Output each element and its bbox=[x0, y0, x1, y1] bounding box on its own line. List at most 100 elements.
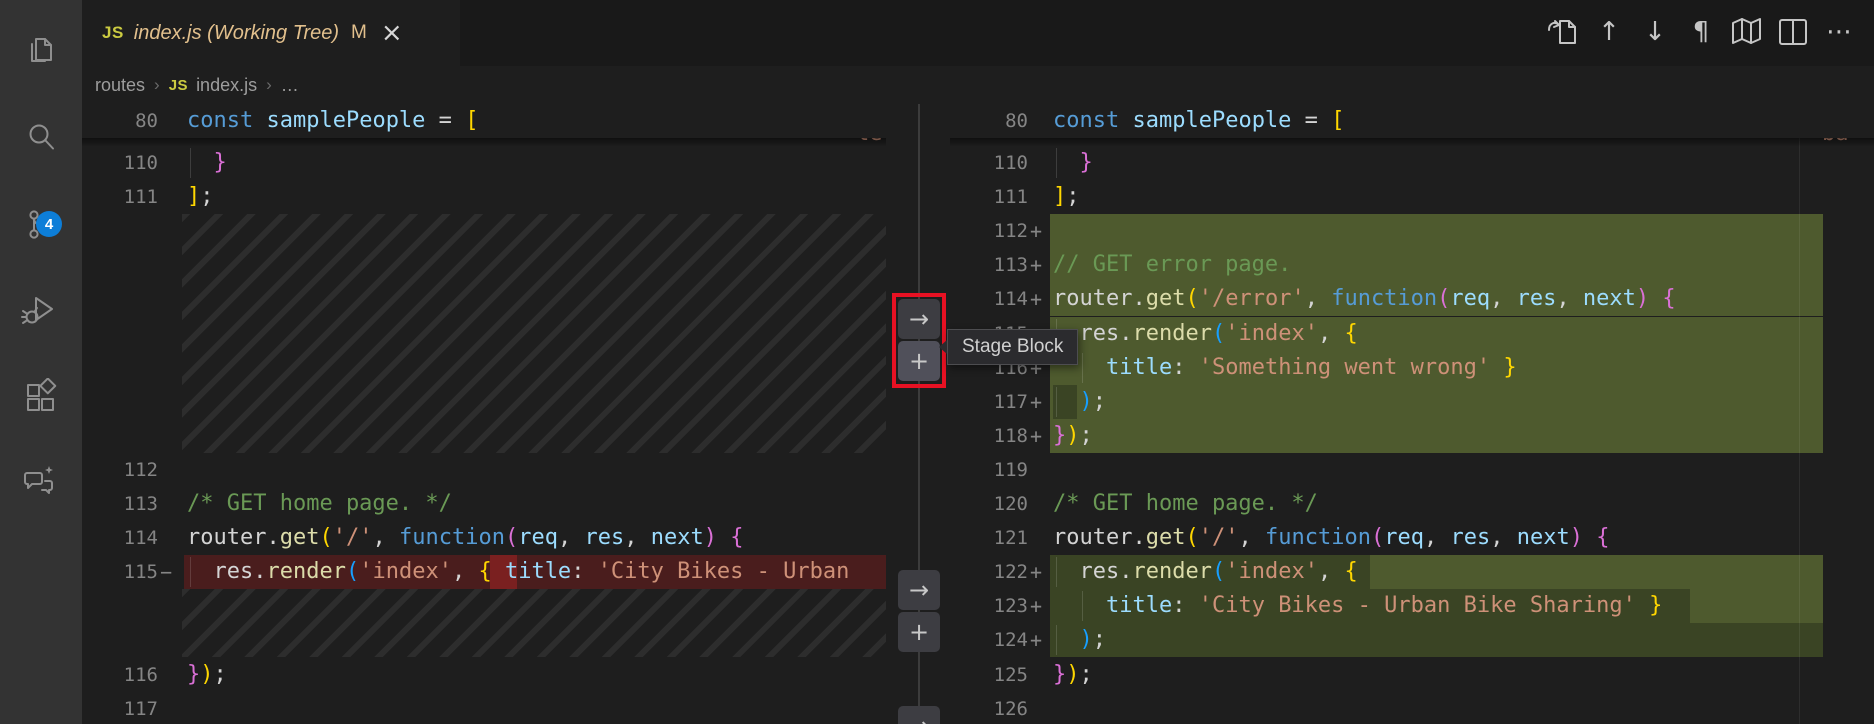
stage-block-button[interactable]: + bbox=[898, 341, 940, 381]
line-number: 110 bbox=[962, 146, 1028, 180]
line-number: 125 bbox=[962, 658, 1028, 692]
code-row-122: 122+ res.render('index', { bbox=[950, 555, 1874, 589]
line-number: 115 bbox=[92, 555, 158, 589]
activity-item-extensions[interactable] bbox=[0, 368, 82, 432]
added-line-sign: + bbox=[1030, 214, 1042, 248]
code-row-115: 115− res.render('index', { title: 'City … bbox=[82, 555, 886, 589]
run-debug-icon bbox=[21, 291, 61, 336]
chevron-right-icon: › bbox=[266, 75, 272, 95]
open-file-icon[interactable] bbox=[1544, 12, 1582, 52]
sticky-shadow bbox=[82, 138, 886, 147]
code-row-111: 111]; bbox=[950, 180, 1874, 214]
code-text[interactable]: } bbox=[1053, 146, 1093, 180]
code-text[interactable]: title: 'City Bikes - Urban Bike Sharing'… bbox=[1053, 589, 1662, 623]
line-number: 123 bbox=[962, 589, 1028, 623]
code-row-115: 115+ res.render('index', { bbox=[950, 317, 1874, 351]
accessible-diff-icon[interactable] bbox=[1728, 12, 1766, 52]
sticky-scroll-line[interactable]: 80 const samplePeople = [ bbox=[950, 104, 1874, 138]
code-row-113: 113/* GET home page. */ bbox=[82, 487, 886, 521]
added-line-sign: + bbox=[1030, 623, 1042, 657]
code-row-112: 112 bbox=[82, 453, 886, 487]
code-text[interactable]: router.get('/', function(req, res, next)… bbox=[1053, 521, 1609, 555]
extensions-icon bbox=[21, 378, 61, 423]
tab-index-js-working-tree[interactable]: JS index.js (Working Tree) M × bbox=[82, 0, 460, 66]
code-row-123: 123+ title: 'City Bikes - Urban Bike Sha… bbox=[950, 589, 1874, 623]
code-text[interactable]: res.render('index', { bbox=[1053, 317, 1358, 351]
split-editor-icon[interactable] bbox=[1774, 12, 1812, 52]
code-text[interactable]: }); bbox=[1053, 419, 1093, 453]
code-row-110: 110 } bbox=[950, 146, 1874, 180]
code-text[interactable]: router.get('/', function(req, res, next)… bbox=[187, 521, 743, 555]
code-text[interactable]: ); bbox=[1053, 385, 1106, 419]
more-actions-icon[interactable]: ⋯ bbox=[1820, 12, 1858, 52]
code-text[interactable]: ); bbox=[1053, 623, 1106, 657]
chevron-right-icon: › bbox=[154, 75, 160, 95]
code-row-126: 126 bbox=[950, 692, 1874, 724]
search-icon bbox=[21, 118, 61, 163]
revert-block-arrow-button[interactable]: → bbox=[898, 570, 940, 610]
line-number: 124 bbox=[962, 623, 1028, 657]
code-text[interactable]: res.render('index', { bbox=[1053, 555, 1358, 589]
sticky-shadow bbox=[950, 138, 1874, 147]
code-row-117: 117 bbox=[82, 692, 886, 724]
line-number: 80 bbox=[962, 104, 1028, 138]
code-text[interactable]: router.get('/error', function(req, res, … bbox=[1053, 282, 1676, 316]
sticky-scroll-line[interactable]: 80const samplePeople = [ bbox=[82, 104, 886, 138]
tooltip-arrow bbox=[939, 340, 947, 354]
diff-filler-hatch bbox=[182, 589, 886, 657]
line-number: 110 bbox=[92, 146, 158, 180]
code-row-116: 116+ title: 'Something went wrong' } bbox=[950, 351, 1874, 385]
added-line-sign: + bbox=[1030, 589, 1042, 623]
revert-block-arrow-button[interactable]: → bbox=[898, 299, 940, 339]
vscode-diff-editor: 4 JS index.js (Working Tree) M × ↑↓¶ ⋯ ro… bbox=[0, 0, 1874, 724]
code-text[interactable]: }); bbox=[187, 658, 227, 692]
code-row-120: 120/* GET home page. */ bbox=[950, 487, 1874, 521]
activity-item-source-control[interactable]: 4 bbox=[0, 195, 82, 259]
activity-item-search[interactable] bbox=[0, 108, 82, 172]
stage-block-button[interactable]: + bbox=[898, 612, 940, 652]
code-text[interactable]: ]; bbox=[187, 180, 214, 214]
line-number: 111 bbox=[92, 180, 158, 214]
code-row-112: 112+ bbox=[950, 214, 1874, 248]
diff-filler-hatch bbox=[182, 214, 886, 453]
diff-pane-original[interactable]: 110 }111];112113/* GET home page. */114r… bbox=[82, 104, 886, 724]
previous-change-icon[interactable]: ↑ bbox=[1590, 12, 1628, 52]
tab-title: index.js (Working Tree) bbox=[134, 22, 339, 45]
line-number: 116 bbox=[92, 658, 158, 692]
activity-item-chat[interactable] bbox=[0, 453, 82, 517]
code-text[interactable]: title: 'Something went wrong' } bbox=[1053, 351, 1517, 385]
code-text[interactable]: }); bbox=[1053, 658, 1093, 692]
line-number: 113 bbox=[962, 248, 1028, 282]
code-text: const samplePeople = [ bbox=[1053, 104, 1344, 138]
line-number: 118 bbox=[962, 419, 1028, 453]
code-text[interactable]: res.render('index', { title: 'City Bikes… bbox=[187, 555, 849, 589]
line-number: 112 bbox=[962, 214, 1028, 248]
code-text[interactable]: /* GET home page. */ bbox=[187, 487, 452, 521]
line-number: 121 bbox=[962, 521, 1028, 555]
activity-item-explorer[interactable] bbox=[0, 23, 82, 87]
breadcrumb-symbol[interactable]: … bbox=[281, 75, 299, 96]
activity-item-run-debug[interactable] bbox=[0, 281, 82, 345]
diff-pane-modified[interactable]: 110 }111];112+113+// GET error page.114+… bbox=[950, 104, 1874, 724]
code-text[interactable]: } bbox=[187, 146, 227, 180]
code-row-116: 116}); bbox=[82, 658, 886, 692]
added-line-sign: + bbox=[1030, 282, 1042, 316]
activity-bar: 4 bbox=[0, 0, 82, 724]
line-number: 80 bbox=[92, 104, 158, 138]
modified-badge: M bbox=[351, 22, 367, 44]
breadcrumb-folder[interactable]: routes bbox=[95, 75, 145, 96]
js-file-icon: JS bbox=[102, 23, 124, 43]
code-text[interactable]: /* GET home page. */ bbox=[1053, 487, 1318, 521]
next-change-icon[interactable]: ↓ bbox=[1636, 12, 1674, 52]
code-text[interactable]: // GET error page. bbox=[1053, 248, 1291, 282]
revert-block-arrow-button[interactable]: → bbox=[898, 706, 940, 724]
line-number: 119 bbox=[962, 453, 1028, 487]
code-text[interactable]: ]; bbox=[1053, 180, 1080, 214]
stage-block-tooltip: Stage Block bbox=[947, 329, 1078, 365]
line-number: 117 bbox=[92, 692, 158, 724]
breadcrumb-file[interactable]: index.js bbox=[196, 75, 257, 96]
line-number: 122 bbox=[962, 555, 1028, 589]
whitespace-icon[interactable]: ¶ bbox=[1682, 12, 1720, 52]
close-icon[interactable]: × bbox=[381, 20, 403, 46]
added-line-sign: + bbox=[1030, 385, 1042, 419]
